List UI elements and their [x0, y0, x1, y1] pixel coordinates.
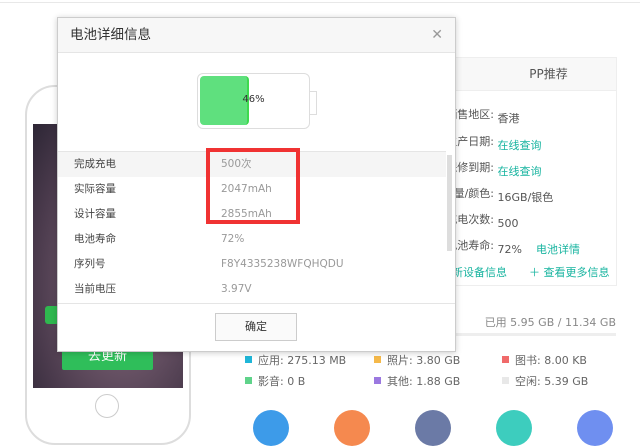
top-divider: [0, 0, 640, 3]
online-query-link[interactable]: 在线查询: [498, 165, 542, 178]
info-row: 电池寿命 72%: [74, 233, 245, 245]
legend-apps: 应用: 275.13 MB: [245, 352, 346, 368]
close-icon[interactable]: ✕: [431, 27, 443, 43]
tool-icon[interactable]: [415, 410, 451, 446]
legend-photos: 照片: 3.80 GB: [374, 352, 460, 368]
battery-percent: 46%: [242, 94, 265, 105]
battery-details-link[interactable]: 电池详情: [536, 243, 580, 256]
dialog-title: 电池详细信息: [58, 18, 455, 53]
info-row: 序列号 F8Y4335238WFQHQDU: [74, 258, 344, 270]
highlight-box: [206, 148, 300, 224]
info-row: 电池寿命: 72% 电池详情: [446, 239, 580, 256]
scrollbar[interactable]: [447, 155, 452, 251]
legend-free: 空闲: 5.39 GB: [502, 373, 588, 389]
tool-icon[interactable]: [253, 410, 289, 446]
pp-panel-title: PP推荐: [441, 58, 616, 91]
home-button: [95, 394, 119, 418]
tool-icon[interactable]: [577, 410, 613, 446]
battery-terminal: [310, 91, 317, 115]
ok-button[interactable]: 确定: [215, 313, 297, 341]
online-query-link[interactable]: 在线查询: [498, 139, 542, 152]
info-row: 生产日期: 在线查询: [446, 135, 542, 152]
info-row: 容量/颜色: 16GB/银色: [442, 187, 554, 204]
pp-recommend-panel: PP推荐 销售地区: 香港 生产日期: 在线查询 保修到期: 在线查询 容量/颜…: [440, 57, 617, 286]
battery-graphic: 46%: [197, 73, 310, 129]
dialog-footer-divider: [58, 303, 455, 304]
tool-icon[interactable]: [334, 410, 370, 446]
info-row: 保修到期: 在线查询: [446, 161, 542, 178]
more-info-link[interactable]: ＋ 查看更多信息: [529, 264, 610, 280]
tool-icon[interactable]: [496, 410, 532, 446]
legend-other: 其他: 1.88 GB: [374, 373, 460, 389]
legend-media: 影音: 0 B: [245, 373, 305, 389]
storage-used: 已用 5.95 GB / 11.34 GB: [484, 316, 616, 329]
legend-books: 图书: 8.00 KB: [502, 352, 587, 368]
info-row: 当前电压 3.97V: [74, 283, 252, 295]
